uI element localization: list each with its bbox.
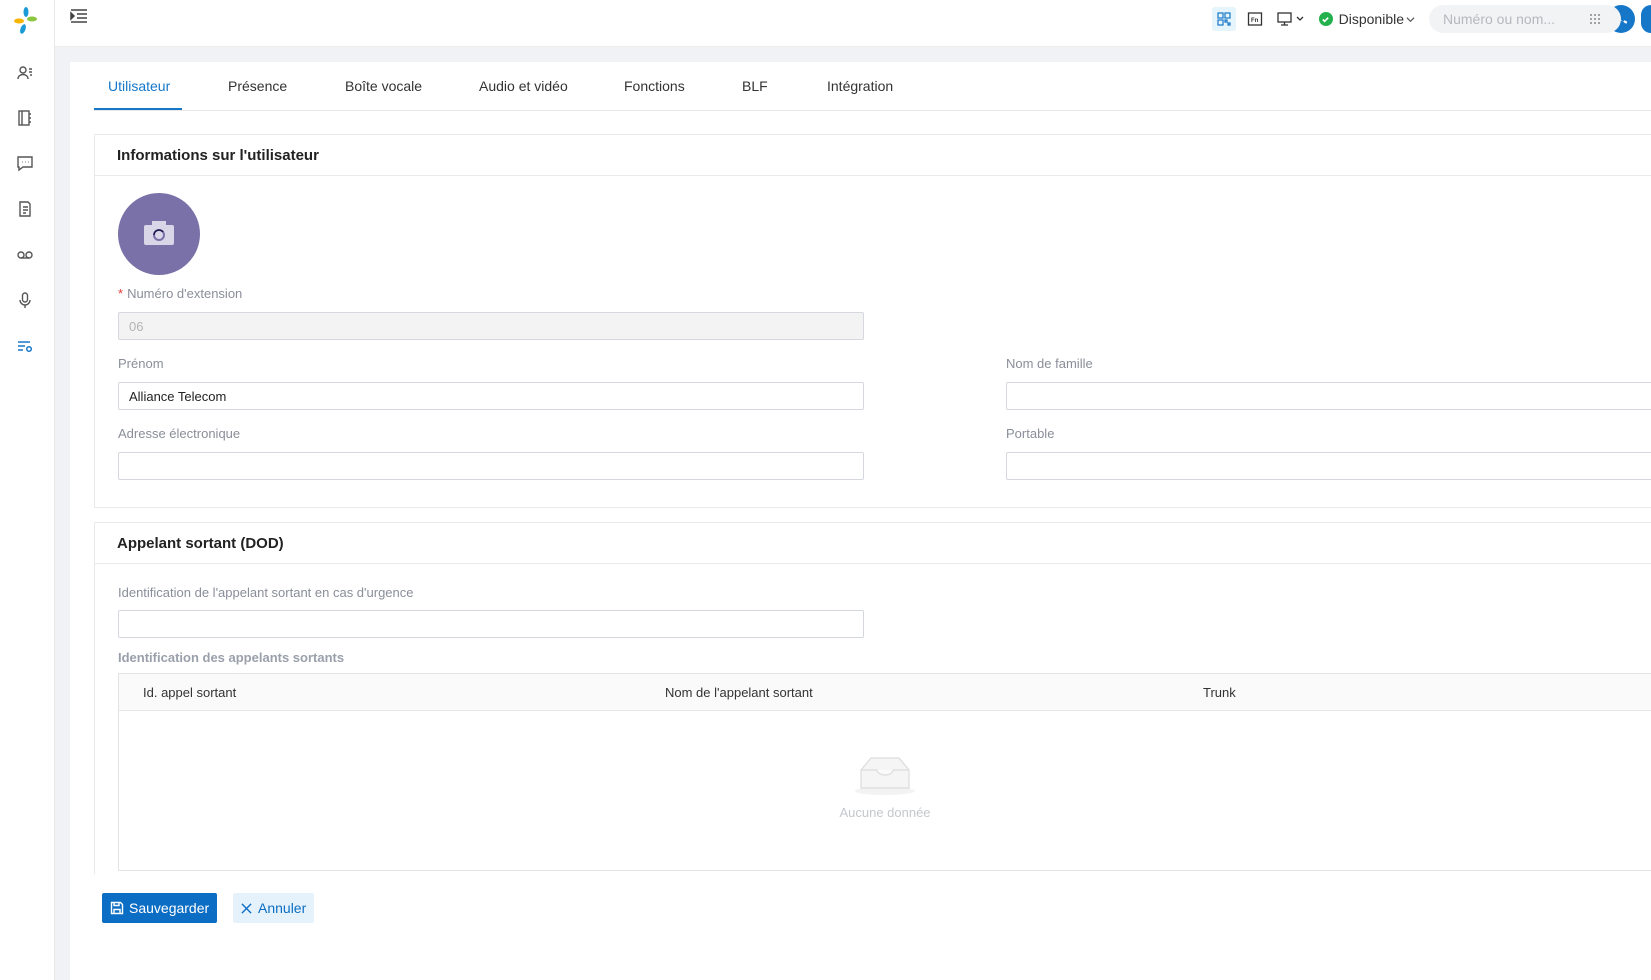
- desktop-device-icon[interactable]: [1274, 7, 1308, 31]
- empty-inbox-icon: [853, 754, 917, 799]
- qr-code-icon[interactable]: [1211, 7, 1236, 31]
- outbound-caller-table: Id. appel sortant Nom de l'appelant sort…: [118, 673, 1651, 871]
- dialpad-icon[interactable]: [1589, 12, 1601, 28]
- column-header-trunk[interactable]: Trunk: [1203, 685, 1236, 700]
- extension-label: * Numéro d'extension: [118, 286, 243, 301]
- tab-user[interactable]: Utilisateur: [108, 78, 170, 94]
- svg-text:Fn: Fn: [1251, 18, 1259, 24]
- contacts-icon[interactable]: [15, 63, 35, 83]
- main-panel: Utilisateur Présence Boîte vocale Audio …: [70, 62, 1651, 980]
- last-name-label: Nom de famille: [1006, 356, 1093, 371]
- menu-toggle-icon[interactable]: [69, 6, 89, 26]
- tab-integration[interactable]: Intégration: [827, 78, 893, 94]
- email-field[interactable]: [118, 452, 864, 480]
- tab-audio-video[interactable]: Audio et vidéo: [479, 78, 568, 94]
- cancel-button[interactable]: Annuler: [233, 893, 315, 923]
- chat-icon[interactable]: [15, 153, 35, 173]
- emergency-caller-id-field[interactable]: [118, 610, 864, 638]
- emergency-caller-id-label: Identification de l'appelant sortant en …: [118, 585, 414, 600]
- footer-actions: Sauvegarder Annuler: [70, 874, 1651, 980]
- microphone-icon[interactable]: [15, 290, 35, 310]
- first-name-label: Prénom: [118, 356, 164, 371]
- save-label: Sauvegarder: [129, 900, 210, 916]
- close-icon: [241, 902, 252, 914]
- chevron-down-icon: [1406, 11, 1415, 27]
- tab-voicemail[interactable]: Boîte vocale: [345, 78, 422, 94]
- table-header: Id. appel sortant Nom de l'appelant sort…: [119, 674, 1651, 711]
- check-circle-icon: [1318, 12, 1333, 26]
- call-log-icon[interactable]: [15, 199, 35, 219]
- outbound-caller-ids-label: Identification des appelants sortants: [118, 650, 345, 665]
- active-tab-indicator: [94, 108, 182, 110]
- camera-icon: [142, 219, 176, 250]
- outbound-caller-title: Appelant sortant (DOD): [95, 523, 1651, 564]
- save-icon: [110, 901, 124, 915]
- presence-status-label: Disponible: [1338, 11, 1404, 27]
- tab-presence[interactable]: Présence: [228, 78, 287, 94]
- mobile-field[interactable]: [1006, 452, 1651, 480]
- cancel-label: Annuler: [258, 900, 307, 916]
- save-button[interactable]: Sauvegarder: [102, 893, 218, 923]
- mobile-label: Portable: [1006, 426, 1055, 441]
- top-right-toolbar: Fn Disponible: [1211, 0, 1651, 38]
- tab-blf[interactable]: BLF: [742, 78, 768, 94]
- column-header-caller-id[interactable]: Id. appel sortant: [143, 685, 236, 700]
- search-box: [1429, 5, 1621, 33]
- empty-state-text: Aucune donnée: [839, 805, 931, 820]
- extension-field[interactable]: [118, 312, 864, 340]
- search-input[interactable]: [1441, 10, 1585, 28]
- user-info-title: Informations sur l'utilisateur: [95, 135, 1651, 176]
- sidebar: [0, 0, 55, 980]
- user-info-section: Informations sur l'utilisateur * Numéro d…: [94, 134, 1651, 508]
- outbound-caller-section: Appelant sortant (DOD) Identification de…: [94, 522, 1651, 924]
- last-name-field[interactable]: [1006, 382, 1651, 410]
- first-name-field[interactable]: [118, 382, 864, 410]
- empty-state: Aucune donnée: [119, 754, 1651, 820]
- yeastar-logo[interactable]: [10, 4, 40, 38]
- top-bar: Fn Disponible: [55, 0, 1651, 47]
- phonebook-icon[interactable]: [15, 108, 35, 128]
- avatar-upload[interactable]: [118, 193, 200, 275]
- user-avatar-edge[interactable]: [1641, 5, 1651, 33]
- settings-list-icon[interactable]: [15, 336, 35, 356]
- tab-bar: Utilisateur Présence Boîte vocale Audio …: [94, 62, 1651, 111]
- function-key-icon[interactable]: Fn: [1243, 7, 1267, 31]
- column-header-caller-name[interactable]: Nom de l'appelant sortant: [665, 685, 813, 700]
- presence-status-dropdown[interactable]: Disponible: [1318, 11, 1415, 27]
- tab-features[interactable]: Fonctions: [624, 78, 685, 94]
- voicemail-icon[interactable]: [15, 245, 35, 265]
- email-label: Adresse électronique: [118, 426, 241, 441]
